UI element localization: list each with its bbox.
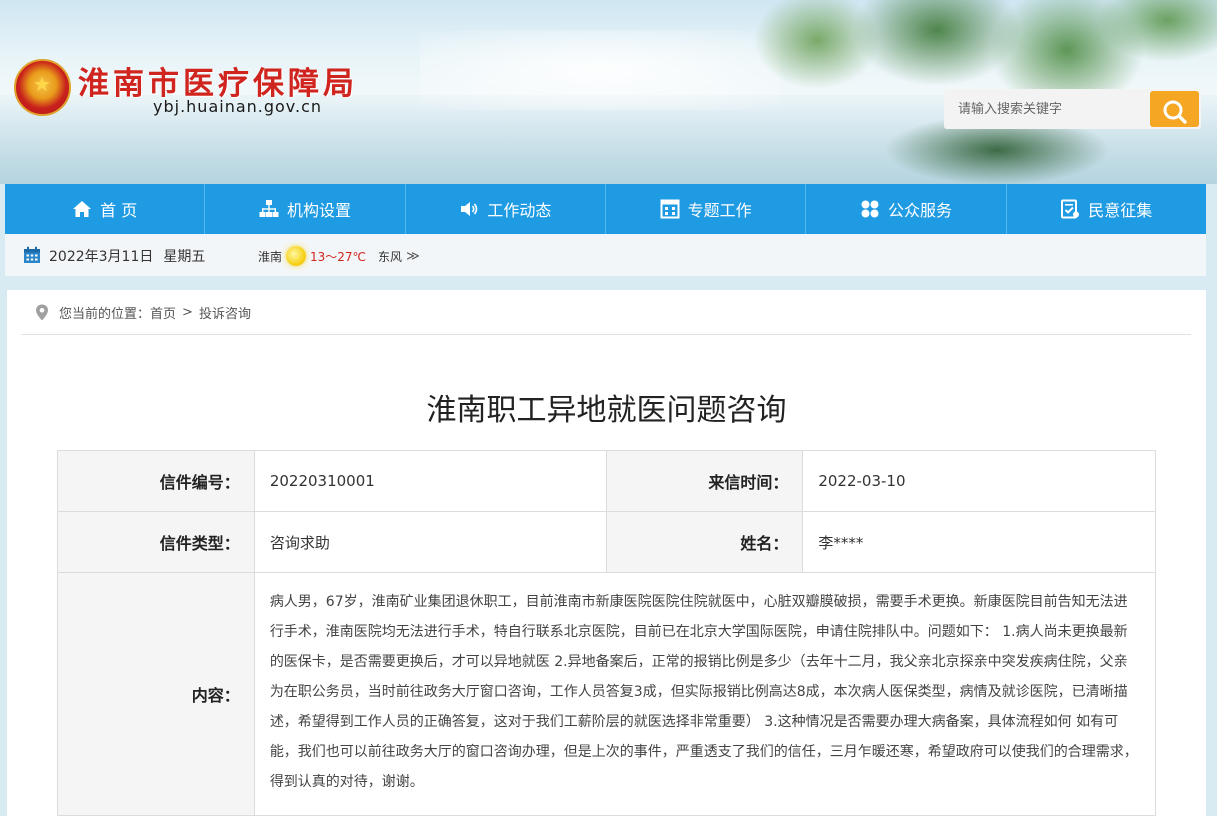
letter-content-value: 病人男，67岁，淮南矿业集团退休职工，目前淮南市新康医院医院住院就医中，心脏双瓣… (253, 572, 1157, 816)
nav-item-news[interactable]: 工作动态 (406, 184, 606, 234)
nav-item-label: 专题工作 (687, 201, 752, 220)
table-row: 内容： 病人男，67岁，淮南矿业集团退休职工，目前淮南市新康医院医院住院就医中，… (57, 572, 1157, 816)
breadcrumb-prefix: 您当前的位置： (59, 306, 151, 322)
national-emblem-icon[interactable]: ★ (14, 59, 71, 116)
nav-item-label: 首 页 (100, 201, 138, 220)
breadcrumb-separator: > (182, 304, 193, 320)
org-chart-icon (259, 200, 279, 217)
weather-wind: 东风 (378, 249, 403, 264)
breadcrumb-home[interactable]: 首页 (150, 303, 176, 322)
letter-type-label: 信件类型： (57, 511, 255, 573)
table-row: 信件类型： 咨询求助 姓名： 李**** (57, 511, 1156, 573)
speaker-icon (461, 202, 478, 216)
letter-name-label: 姓名： (605, 511, 804, 573)
nav-item-label: 工作动态 (487, 201, 552, 220)
location-pin-icon (36, 304, 48, 320)
star-icon: ★ (33, 72, 51, 96)
letter-detail-table: 信件编号： 20220310001 来信时间： 2022-03-10 信件类型：… (57, 450, 1157, 816)
weather-widget[interactable]: 淮南 13～27℃ 东风 ≫ (258, 246, 420, 266)
breadcrumb-current[interactable]: 投诉咨询 (199, 303, 251, 322)
letter-content-label: 内容： (57, 572, 255, 816)
grid-icon (861, 200, 879, 218)
nav-item-label: 机构设置 (286, 201, 351, 220)
letter-time-label: 来信时间： (605, 450, 804, 512)
breadcrumb: 您当前的位置： 首页 > 投诉咨询 (21, 290, 1191, 335)
letter-name-value: 李**** (802, 511, 1156, 573)
search-button[interactable] (1150, 91, 1199, 127)
page-title: 淮南职工异地就医问题咨询 (426, 393, 787, 428)
weather-temp: 13～27℃ (310, 249, 367, 264)
letter-number-label: 信件编号： (57, 450, 255, 512)
main-content: 您当前的位置： 首页 > 投诉咨询 淮南职工异地就医问题咨询 信件编号： 202… (7, 290, 1206, 816)
search-icon (1163, 100, 1187, 124)
current-date: 2022年3月11日 星期五 (49, 246, 205, 266)
header-banner: ★ 淮南市医疗保障局 ybj.huainan.gov.cn (0, 0, 1217, 184)
home-icon (73, 201, 92, 217)
weekday: 星期五 (163, 249, 206, 265)
search-box (944, 89, 1201, 129)
table-row: 信件编号： 20220310001 来信时间： 2022-03-10 (57, 450, 1156, 512)
letter-type-value: 咨询求助 (253, 511, 607, 573)
calendar-icon (24, 246, 40, 263)
info-bar: 2022年3月11日 星期五 淮南 13～27℃ 东风 ≫ (5, 234, 1206, 276)
double-chevron-right-icon[interactable]: ≫ (406, 249, 420, 264)
nav-item-organization[interactable]: 机构设置 (205, 184, 406, 234)
sunny-icon (286, 246, 307, 266)
site-domain: ybj.huainan.gov.cn (153, 97, 323, 116)
weather-city: 淮南 (258, 249, 283, 264)
nav-item-label: 公众服务 (887, 201, 952, 220)
nav-item-home[interactable]: 首 页 (5, 184, 206, 234)
banner-mist (420, 30, 780, 110)
letter-number-value: 20220310001 (253, 450, 607, 512)
nav-item-special[interactable]: 专题工作 (606, 184, 807, 234)
letter-time-value: 2022-03-10 (802, 450, 1156, 512)
date-value: 2022年3月11日 (49, 249, 154, 265)
search-input[interactable] (944, 89, 1150, 129)
building-icon (660, 199, 680, 219)
survey-icon (1061, 199, 1080, 219)
nav-item-opinion[interactable]: 民意征集 (1007, 184, 1206, 234)
nav-item-public-service[interactable]: 公众服务 (806, 184, 1007, 234)
nav-item-label: 民意征集 (1088, 201, 1153, 220)
main-nav: 首 页 机构设置 工作动态 专题工作 公众服务 民意征集 (5, 184, 1206, 234)
